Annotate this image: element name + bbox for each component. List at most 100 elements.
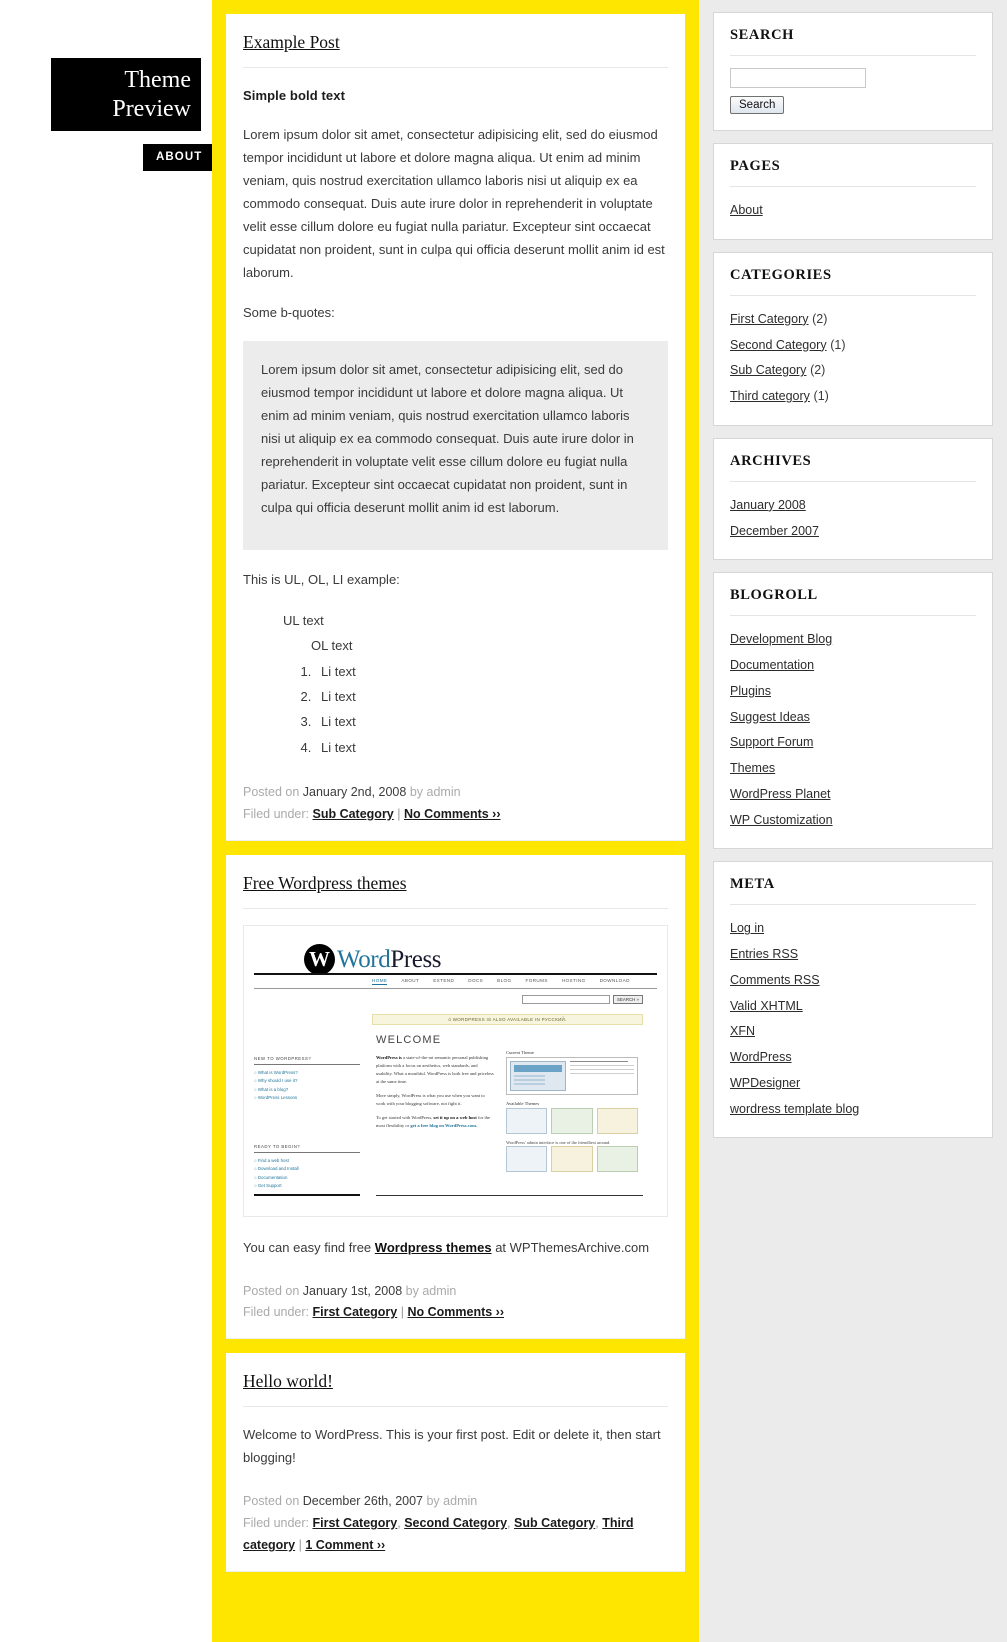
meta-link-xfn[interactable]: XFN xyxy=(730,1024,755,1038)
list-item: WordPress Planet xyxy=(730,781,976,807)
page-link-about[interactable]: About xyxy=(730,203,763,217)
wp-p3-d[interactable]: get a free blog on WordPress.com. xyxy=(410,1123,477,1128)
wp-left-item[interactable]: ○ WordPress Lessons xyxy=(254,1094,360,1103)
post-comments-link[interactable]: No Comments ›› xyxy=(404,807,501,821)
blogroll-link[interactable]: Support Forum xyxy=(730,735,813,749)
content-column: Example Post Simple bold text Lorem ipsu… xyxy=(212,0,699,1642)
nav-about-label[interactable]: ABOUT xyxy=(156,151,202,163)
wp-theme-mini[interactable] xyxy=(551,1146,593,1173)
widget-archives: ARCHIVES January 2008 December 2007 xyxy=(713,437,993,561)
post-category-link[interactable]: First Category xyxy=(313,1305,398,1319)
widget-title-meta: META xyxy=(730,876,976,906)
search-input[interactable] xyxy=(730,68,866,88)
meta-link-comments-rss[interactable]: Comments RSS xyxy=(730,973,820,987)
wp-left-item[interactable]: ○ Get Support xyxy=(254,1182,360,1191)
wp-body-bold: WordPress is xyxy=(376,1054,402,1060)
wp-nav-home[interactable]: HOME xyxy=(372,978,388,985)
list-item: Development Blog xyxy=(730,626,976,652)
wp-left-item[interactable]: ○ What is WordPress? xyxy=(254,1069,360,1078)
meta-link-wpdesigner[interactable]: WPDesigner xyxy=(730,1076,800,1090)
embedded-wordpress-screenshot[interactable]: W WordPress HOME ABOUT EXTEND DOCS BLOG … xyxy=(243,924,668,1217)
category-link[interactable]: Third category xyxy=(730,389,810,403)
list-item: WPDesigner xyxy=(730,1070,976,1096)
wp-nav-blog[interactable]: BLOG xyxy=(497,978,511,985)
line xyxy=(570,1060,628,1063)
wp-left-item[interactable]: ○ What is a blog? xyxy=(254,1086,360,1095)
blogroll-link[interactable]: Documentation xyxy=(730,658,814,672)
wp-left-item[interactable]: ○ Find a web host xyxy=(254,1157,360,1166)
wp-nav[interactable]: HOME ABOUT EXTEND DOCS BLOG FORUMS HOSTI… xyxy=(372,978,630,985)
list-item: Valid XHTML xyxy=(730,993,976,1019)
meta-link-wordress-template-blog[interactable]: wordress template blog xyxy=(730,1102,859,1116)
wp-theme-mini[interactable] xyxy=(551,1107,593,1134)
post-title-link[interactable]: Free Wordpress themes xyxy=(243,873,407,893)
post-category-link[interactable]: Sub Category xyxy=(313,807,394,821)
meta-link-login[interactable]: Log in xyxy=(730,921,764,935)
blogroll-link[interactable]: WP Customization xyxy=(730,813,833,827)
meta-link-wordpress[interactable]: WordPress xyxy=(730,1050,792,1064)
list-item: Themes xyxy=(730,755,976,781)
demo-ordered-list: Li text Li text Li text Li text xyxy=(283,659,668,760)
wp-nav-about[interactable]: ABOUT xyxy=(401,978,419,985)
meta-link-valid-xhtml[interactable]: Valid XHTML xyxy=(730,999,803,1013)
post-title-link[interactable]: Example Post xyxy=(243,32,340,52)
list-item: UL text OL text Li text Li text Li text … xyxy=(283,608,668,760)
wp-body-column: WordPress is a state-of-the-art semantic… xyxy=(376,1054,494,1136)
blogroll-link[interactable]: Suggest Ideas xyxy=(730,710,810,724)
list-item: XFN xyxy=(730,1018,976,1044)
caption-link[interactable]: Wordpress themes xyxy=(375,1240,492,1255)
list-item: About xyxy=(730,197,976,223)
wp-theme-mini[interactable] xyxy=(506,1146,548,1173)
blogroll-link[interactable]: Plugins xyxy=(730,684,771,698)
caption-before: You can easy find free xyxy=(243,1239,375,1255)
wp-panel-title: Current Theme xyxy=(506,1049,534,1055)
category-link[interactable]: First Category xyxy=(730,312,809,326)
wp-left-item[interactable]: ○ Documentation xyxy=(254,1174,360,1183)
meta-link-entries-rss[interactable]: Entries RSS xyxy=(730,947,798,961)
nav-item-about[interactable]: ABOUT xyxy=(143,144,216,171)
archive-link[interactable]: December 2007 xyxy=(730,524,819,538)
wp-theme-mini[interactable] xyxy=(506,1107,548,1134)
site-title-block: Theme Preview xyxy=(51,58,201,131)
post-comments-link[interactable]: No Comments ›› xyxy=(407,1305,504,1319)
search-submit-button[interactable]: Search xyxy=(730,96,785,114)
wp-theme-mini[interactable] xyxy=(596,1107,638,1134)
list-item: Third category (1) xyxy=(730,383,976,409)
list-item: Plugins xyxy=(730,678,976,704)
wp-left-item[interactable]: ○ Download and Install xyxy=(254,1165,360,1174)
divider xyxy=(254,987,657,989)
archive-link[interactable]: January 2008 xyxy=(730,498,806,512)
post-date-line: Posted on December 26th, 2007 by admin xyxy=(243,1491,668,1513)
post-category-link[interactable]: First Category xyxy=(313,1516,398,1530)
sidebar: SEARCH Search PAGES About CATEGORIES Fir… xyxy=(699,0,1007,1642)
post-comments-link[interactable]: 1 Comment ›› xyxy=(305,1538,385,1552)
blogroll-link[interactable]: Themes xyxy=(730,761,775,775)
blockquote: Lorem ipsum dolor sit amet, consectetur … xyxy=(243,340,668,550)
pages-body: About xyxy=(730,187,976,223)
wp-nav-extend[interactable]: EXTEND xyxy=(433,978,454,985)
blogroll-link[interactable]: WordPress Planet xyxy=(730,787,831,801)
post-title-link[interactable]: Hello world! xyxy=(243,1371,333,1391)
post-filed-line: Filed under: First Category, Second Cate… xyxy=(243,1513,668,1557)
line xyxy=(570,1072,634,1075)
wp-search-input[interactable] xyxy=(522,994,611,1004)
blogroll-link[interactable]: Development Blog xyxy=(730,632,832,646)
wp-nav-download[interactable]: DOWNLOAD xyxy=(600,978,630,985)
post-category-link[interactable]: Second Category xyxy=(404,1516,507,1530)
post-example-post: Example Post Simple bold text Lorem ipsu… xyxy=(226,14,685,841)
wp-nav-docs[interactable]: DOCS xyxy=(468,978,483,985)
wp-theme-mini[interactable] xyxy=(596,1146,638,1173)
wp-search-button[interactable]: SEARCH » xyxy=(613,994,643,1004)
wordpress-logo: W WordPress xyxy=(304,943,442,975)
site-title-link[interactable]: Theme Preview xyxy=(51,66,191,123)
category-link[interactable]: Sub Category xyxy=(730,363,806,377)
wp-nav-hosting[interactable]: HOSTING xyxy=(562,978,586,985)
list-item: OL text xyxy=(311,633,668,658)
category-link[interactable]: Second Category xyxy=(730,338,827,352)
wp-left-item[interactable]: ○ Why should I use it? xyxy=(254,1077,360,1086)
post-author: by admin xyxy=(405,1283,457,1298)
wp-nav-forums[interactable]: FORUMS xyxy=(526,978,548,985)
wp-search[interactable]: SEARCH » xyxy=(522,994,643,1004)
post-category-link[interactable]: Sub Category xyxy=(514,1516,595,1530)
categories-body: First Category (2) Second Category (1) S… xyxy=(730,296,976,409)
